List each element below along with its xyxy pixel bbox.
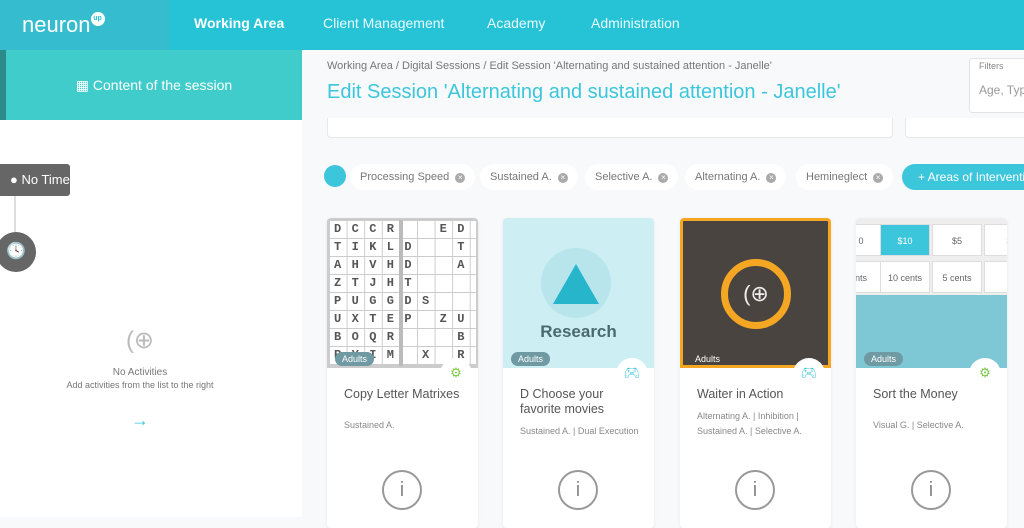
age-badge: Adults xyxy=(511,352,551,366)
no-activities-hint: Add activities from the list to the righ… xyxy=(66,380,214,390)
content-of-session-header[interactable]: ▦ Content of the session xyxy=(6,50,302,120)
filters-box: Filters Age, Typ xyxy=(969,58,1024,113)
no-activities-label: No Activities xyxy=(112,367,168,378)
neuronup-logo[interactable]: neuron up xyxy=(0,0,170,50)
nav-academy[interactable]: Academy xyxy=(487,15,545,31)
info-button[interactable]: i xyxy=(911,470,951,510)
filters-input[interactable]: Age, Typ xyxy=(979,83,1024,97)
remove-tag-icon[interactable]: × xyxy=(766,173,777,183)
gamepad-icon: 🎮︎ xyxy=(616,358,648,390)
age-badge: Adults xyxy=(864,352,904,366)
age-badge: Adults xyxy=(335,352,375,366)
remove-tag-icon[interactable]: × xyxy=(873,173,884,183)
nav-administration[interactable]: Administration xyxy=(591,15,680,31)
session-form-box xyxy=(327,118,893,138)
session-form-box-2 xyxy=(905,118,1024,138)
activity-name: Sort the Money xyxy=(873,387,958,401)
add-areas-button[interactable]: + Areas of Intervention xyxy=(902,164,1024,190)
remove-tag-icon[interactable]: × xyxy=(658,173,669,183)
money-cell: 1 xyxy=(984,261,1007,293)
flask-icon xyxy=(541,248,611,318)
breadcrumb-current: Edit Session 'Alternating and sustained … xyxy=(489,60,772,72)
brain-icon xyxy=(324,165,346,187)
activity-image: DCCR ED TIKLD T AHVHD A ZTJHT PUGGDS UXT… xyxy=(327,218,478,368)
activity-card[interactable]: (⊕ Adults 🎮︎ Waiter in Action Alternatin… xyxy=(680,218,831,528)
matrix-separator xyxy=(399,220,403,366)
activity-card[interactable]: 0$10$5$nts10 cents5 cents1 Adults ⚙ Sort… xyxy=(856,218,1007,528)
info-button[interactable]: i xyxy=(382,470,422,510)
activity-name: D Choose your favorite movies xyxy=(520,387,605,416)
breadcrumb-digital-sessions[interactable]: Digital Sessions xyxy=(402,60,480,72)
activity-card[interactable]: Research Adults 🎮︎ D Choose your favorit… xyxy=(503,218,654,528)
breadcrumb: Working Area / Digital Sessions / Edit S… xyxy=(327,60,772,72)
nav-working-area[interactable]: Working Area xyxy=(194,15,284,31)
activity-image-hovered: (⊕ xyxy=(680,218,831,368)
clock-dot-icon: ● xyxy=(10,172,22,187)
gears-icon: ⚙ xyxy=(969,358,1001,390)
breadcrumb-working-area[interactable]: Working Area xyxy=(327,60,393,72)
no-time-badge[interactable]: ● No Time xyxy=(0,164,70,196)
remove-tag-icon[interactable]: × xyxy=(455,173,466,183)
tag-processing-speed: Processing Speed × xyxy=(350,164,476,190)
nav-client-management[interactable]: Client Management xyxy=(323,15,444,31)
research-label: Research xyxy=(540,322,617,341)
tag-alternating: Alternating A. × xyxy=(685,164,787,190)
activity-image: 0$10$5$nts10 cents5 cents1 xyxy=(856,218,1007,368)
activity-card[interactable]: DCCR ED TIKLD T AHVHD A ZTJHT PUGGDS UXT… xyxy=(327,218,478,528)
activity-areas: Alternating A. | Inhibition | Sustained … xyxy=(697,411,802,436)
timeline-line xyxy=(14,196,16,236)
activity-areas: Sustained A. | Dual Execution xyxy=(520,426,639,436)
add-activity-icon: (⊕ xyxy=(125,327,155,354)
age-badge: Adults xyxy=(695,354,721,364)
money-cell: $ xyxy=(984,224,1007,256)
activity-image: Research xyxy=(503,218,654,368)
tag-sustained: Sustained A. × xyxy=(480,164,578,190)
page-title: Edit Session 'Alternating and sustained … xyxy=(327,81,841,103)
session-content-panel xyxy=(0,50,302,517)
gears-icon: ⚙ xyxy=(440,358,472,390)
tag-hemineglect: Hemineglect × xyxy=(796,164,894,190)
money-cell: $5 xyxy=(932,224,982,256)
info-button[interactable]: i xyxy=(735,470,775,510)
grid-icon: ▦ xyxy=(75,77,93,93)
add-activity-icon[interactable]: (⊕ xyxy=(721,259,791,329)
top-nav-bar: neuron up Working Area Client Management … xyxy=(0,0,1024,50)
arrow-right-icon: → xyxy=(131,410,149,430)
activity-name: Waiter in Action xyxy=(697,387,784,401)
tag-selective: Selective A. × xyxy=(585,164,679,190)
info-button[interactable]: i xyxy=(558,470,598,510)
remove-tag-icon[interactable]: × xyxy=(557,173,568,183)
gamepad-icon: 🎮︎ xyxy=(793,358,825,390)
money-cell: 5 cents xyxy=(932,261,982,293)
money-cell: $10 xyxy=(880,224,930,256)
activity-areas: Visual G. | Selective A. xyxy=(873,420,964,430)
activity-name: Copy Letter Matrixes xyxy=(344,387,460,401)
activity-areas: Sustained A. xyxy=(344,420,395,430)
money-cell: 10 cents xyxy=(880,261,930,293)
